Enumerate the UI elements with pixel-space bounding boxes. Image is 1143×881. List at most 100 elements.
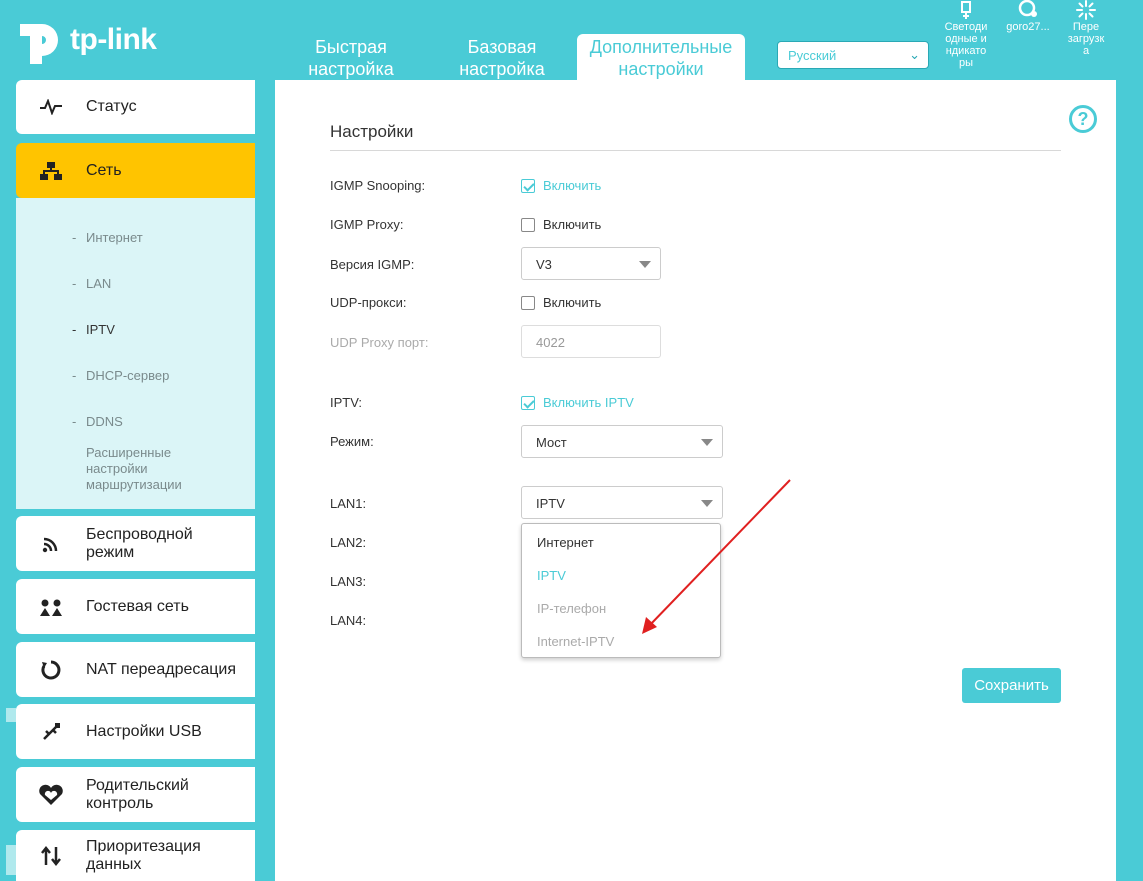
sidebar-item-nat[interactable]: NAT переадресация bbox=[16, 642, 255, 697]
sidebar-item-label-line2: данных bbox=[86, 855, 142, 873]
section-title: Настройки bbox=[330, 122, 414, 141]
sidebar-edge bbox=[6, 845, 16, 875]
save-button[interactable]: Сохранить bbox=[962, 668, 1061, 703]
led-label-line2: одные и bbox=[945, 33, 987, 45]
sidebar-item-label: NAT переадресация bbox=[86, 660, 237, 678]
subnav-item-label: DHCP-сервер bbox=[86, 368, 170, 383]
guest-network-icon bbox=[16, 597, 86, 617]
igmp-version-select[interactable]: V3 bbox=[521, 247, 661, 280]
checkbox-box bbox=[521, 295, 535, 310]
usb-icon bbox=[16, 722, 86, 742]
reboot-button[interactable]: Пере загрузк а bbox=[1060, 0, 1112, 57]
nat-icon bbox=[16, 660, 86, 680]
sidebar-item-guest-network[interactable]: Гостевая сеть bbox=[16, 579, 255, 634]
checkbox-box bbox=[521, 395, 535, 410]
sidebar-item-label: Сеть bbox=[86, 161, 122, 179]
select-value: V3 bbox=[536, 257, 552, 272]
sidebar-item-wireless[interactable]: Беспроводной режим bbox=[16, 516, 255, 571]
iptv-label: IPTV: bbox=[330, 395, 363, 410]
sidebar-item-parental-control[interactable]: Родительский контроль bbox=[16, 767, 255, 822]
dropdown-option-iptv[interactable]: IPTV bbox=[537, 568, 566, 583]
mode-label: Режим: bbox=[330, 434, 374, 449]
pulse-icon bbox=[16, 99, 86, 115]
led-label-line4: ры bbox=[958, 57, 974, 69]
igmp-version-label: Версия IGMP: bbox=[330, 257, 415, 272]
sidebar-item-label: Статус bbox=[86, 98, 137, 115]
dropdown-option-internet-iptv: Internet-IPTV bbox=[537, 634, 615, 649]
subnav-item-ddns[interactable]: - DDNS bbox=[72, 414, 123, 430]
tp-link-logo: tp-link bbox=[16, 14, 157, 66]
subnav-item-dhcp-server[interactable]: - DHCP-сервер bbox=[72, 368, 169, 384]
reboot-label-line2: загрузк bbox=[1067, 33, 1105, 45]
subnav-item-internet[interactable]: - Интернет bbox=[72, 230, 143, 246]
language-select[interactable]: Русский ⌄ bbox=[777, 41, 929, 69]
tp-link-logo-icon bbox=[20, 24, 58, 64]
tab-advanced-setup-line1: Дополнительные bbox=[589, 37, 733, 57]
led-label-line1: Светоди bbox=[944, 21, 988, 33]
wireless-icon bbox=[16, 534, 86, 554]
qos-icon bbox=[16, 845, 86, 866]
tab-quick-setup-line1: Быстрая bbox=[315, 37, 387, 57]
brand-name: tp-link bbox=[70, 23, 157, 56]
lan2-label: LAN2: bbox=[330, 535, 367, 550]
select-value: IPTV bbox=[536, 496, 565, 511]
input-value: 4022 bbox=[536, 335, 565, 350]
subnav-item-advanced-routing[interactable]: Расширенные настройки маршрутизации bbox=[72, 445, 182, 493]
subnav-item-label: LAN bbox=[86, 276, 112, 291]
tab-basic-setup[interactable]: Базовая настройка bbox=[443, 36, 561, 80]
cloud-account-icon bbox=[1018, 0, 1037, 17]
igmp-proxy-checkbox[interactable]: Включить bbox=[521, 217, 601, 232]
subnav-item-label-line1: Расширенные bbox=[86, 445, 172, 460]
subnav-item-label: DDNS bbox=[86, 414, 123, 429]
sidebar-item-qos[interactable]: Приоритезация данных bbox=[16, 830, 255, 881]
igmp-snooping-label: IGMP Snooping: bbox=[330, 178, 426, 193]
igmp-proxy-label: IGMP Proxy: bbox=[330, 217, 404, 232]
sidebar-item-usb[interactable]: Настройки USB bbox=[16, 704, 255, 759]
sidebar-item-status[interactable]: Статус bbox=[16, 80, 255, 134]
led-label-line3: ндикато bbox=[945, 45, 987, 57]
cloud-account-button[interactable]: goro27... bbox=[1002, 0, 1054, 33]
tab-quick-setup[interactable]: Быстрая настройка bbox=[292, 36, 410, 80]
help-icon[interactable]: ? bbox=[1069, 105, 1097, 133]
subnav-item-label: Интернет bbox=[86, 230, 143, 245]
checkbox-box bbox=[521, 178, 535, 193]
checkbox-label: Включить bbox=[543, 295, 602, 310]
led-button[interactable]: Светоди одные и ндикато ры bbox=[938, 0, 994, 69]
udp-proxy-checkbox[interactable]: Включить bbox=[521, 295, 601, 310]
tab-basic-setup-line1: Базовая bbox=[467, 37, 537, 57]
mode-select[interactable]: Мост bbox=[521, 425, 723, 458]
dropdown-option-internet[interactable]: Интернет bbox=[537, 535, 594, 550]
lan4-label: LAN4: bbox=[330, 613, 367, 628]
sidebar-edge bbox=[6, 708, 16, 722]
sidebar-item-label: Гостевая сеть bbox=[86, 597, 189, 615]
language-value: Русский bbox=[788, 48, 837, 63]
checkbox-label: Включить bbox=[543, 217, 602, 232]
subnav-item-iptv[interactable]: - IPTV bbox=[72, 322, 115, 338]
checkbox-label: Включить bbox=[543, 178, 602, 193]
led-icon bbox=[961, 1, 971, 19]
subnav-item-label: IPTV bbox=[86, 322, 115, 337]
udp-proxy-port-label: UDP Proxy порт: bbox=[330, 335, 429, 350]
iptv-checkbox[interactable]: Включить IPTV bbox=[521, 395, 634, 410]
dropdown-option-ip-phone: IP-телефон bbox=[537, 601, 607, 616]
tab-quick-setup-line2: настройка bbox=[308, 59, 394, 79]
udp-proxy-port-input[interactable]: 4022 bbox=[521, 325, 661, 358]
select-value: Мост bbox=[536, 435, 567, 450]
subnav-item-label-line3: маршрутизации bbox=[86, 477, 182, 492]
lan3-label: LAN3: bbox=[330, 574, 367, 589]
network-icon bbox=[16, 161, 86, 181]
sidebar-item-label-line1: Беспроводной bbox=[86, 525, 193, 543]
parental-control-icon bbox=[16, 784, 86, 806]
sidebar-item-network[interactable]: Сеть bbox=[16, 143, 255, 198]
tab-basic-setup-line2: настройка bbox=[459, 59, 545, 79]
tab-advanced-setup[interactable]: Дополнительные настройки bbox=[577, 34, 745, 80]
sidebar-item-label-line1: Родительский bbox=[86, 776, 189, 794]
sidebar-item-label-line2: режим bbox=[86, 543, 135, 561]
lan1-label: LAN1: bbox=[330, 496, 367, 511]
caret-down-icon bbox=[701, 439, 713, 446]
caret-down-icon bbox=[639, 261, 651, 268]
igmp-snooping-checkbox[interactable]: Включить bbox=[521, 178, 601, 193]
subnav-item-lan[interactable]: - LAN bbox=[72, 276, 111, 292]
reboot-label-line1: Пере bbox=[1072, 21, 1100, 33]
sidebar-item-label-line1: Приоритезация bbox=[86, 837, 201, 855]
